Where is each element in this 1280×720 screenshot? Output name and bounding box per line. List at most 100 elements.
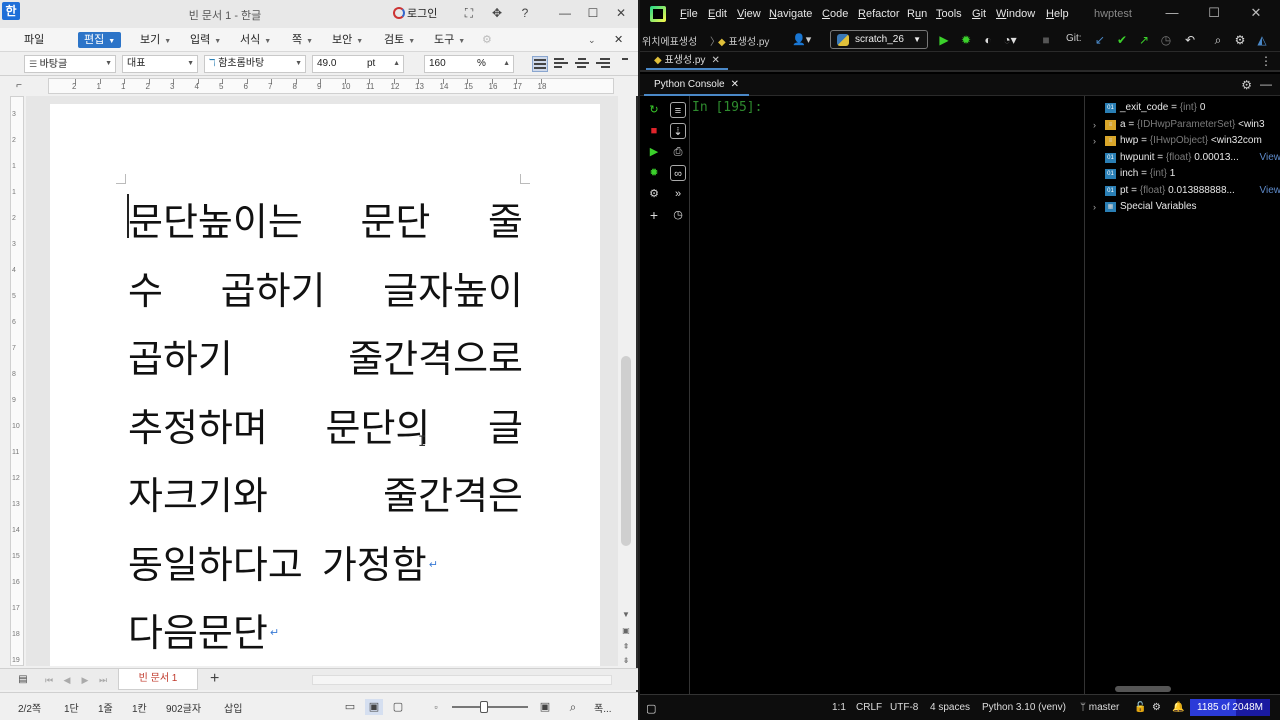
history-icon[interactable]: ◷ — [1158, 32, 1174, 48]
view-link[interactable]: View — [1255, 182, 1280, 199]
close-icon[interactable]: ✕ — [612, 5, 630, 21]
menu-code[interactable]: Code — [822, 8, 848, 20]
lock-icon[interactable]: 🔓 — [1134, 702, 1146, 713]
align-left-button[interactable] — [553, 56, 569, 72]
menu-window[interactable]: Window — [996, 8, 1035, 20]
status-indent[interactable]: 4 spaces — [930, 702, 970, 713]
horizontal-ruler[interactable]: 2 1 1 2 3 4 5 6 7 8 9 10 11 12 13 14 15 16 17 18 — [48, 78, 614, 94]
menu-format[interactable]: 서식 ▼ — [240, 32, 271, 48]
add-tab-button[interactable]: + — [210, 671, 219, 687]
document-workspace[interactable]: 문단높이는 문단 줄 수 곱하기 글자높이 곱하기 줄간격으로 추정하며 문단의 글 자크기와 줄간격은… — [26, 96, 618, 666]
login-button[interactable]: 로그인 — [393, 5, 437, 21]
vertical-scrollbar[interactable]: ▼ ▣ ⇞ ⇟ — [619, 96, 633, 666]
notifications-icon[interactable]: 🔔 — [1172, 702, 1184, 713]
console-history-icon[interactable]: ◷ — [670, 207, 686, 223]
status-encoding[interactable]: UTF-8 — [890, 702, 918, 713]
collapse-ribbon-icon[interactable]: ⌄ — [588, 32, 596, 48]
stop-icon[interactable]: ■ — [1038, 32, 1054, 48]
run-config-select[interactable]: scratch_26 ▼ — [830, 30, 928, 49]
git-commit-icon[interactable]: ✔ — [1114, 32, 1130, 48]
git-push-icon[interactable]: ↗ — [1136, 32, 1152, 48]
console-gear-icon[interactable]: ⚙ — [646, 186, 662, 202]
page-view-icon[interactable]: ▣ — [365, 699, 383, 715]
menu-insert[interactable]: 입력 ▼ — [190, 32, 221, 48]
zoom-in-icon[interactable]: ▣ — [536, 699, 554, 715]
maximize-icon[interactable]: ☐ — [1206, 5, 1222, 21]
line-spacing-input[interactable]: 160% ▲ — [424, 55, 514, 73]
prev-page-icon[interactable]: ⇞ — [621, 642, 631, 652]
next-page-icon[interactable]: ⇟ — [621, 656, 631, 666]
menu-git[interactable]: Git — [972, 8, 986, 20]
variable-row[interactable]: › ▦ Special Variables — [1085, 199, 1280, 215]
zoom-search-icon[interactable]: ⌕ — [564, 699, 582, 715]
fullscreen-icon[interactable]: ⛶ — [460, 5, 478, 21]
command-queue-icon[interactable]: » — [670, 186, 686, 202]
console-prompt[interactable]: In [195]: — [692, 100, 762, 115]
view-link[interactable]: View — [1255, 149, 1280, 166]
align-justify-button[interactable] — [532, 56, 548, 72]
menu-navigate[interactable]: Navigate — [769, 8, 812, 20]
debug-icon[interactable]: ✹ — [958, 32, 974, 48]
last-tab-icon[interactable]: ⏭ — [94, 672, 112, 688]
minimize-icon[interactable]: — — [1164, 5, 1180, 20]
prev-tab-icon[interactable]: ◀ — [58, 672, 76, 688]
debug-console-icon[interactable]: ✹ — [646, 165, 662, 181]
toolbar-more-icon[interactable] — [619, 56, 631, 72]
settings-icon[interactable]: ⚙ — [482, 32, 492, 48]
font-size-input[interactable]: 49.0 pt ▲ — [312, 55, 404, 73]
style-select[interactable]: ☰ 바탕글 ▼ — [24, 55, 116, 73]
close-tab-icon[interactable]: ✕ — [711, 55, 719, 66]
stop-console-icon[interactable]: ■ — [646, 123, 662, 139]
document-page[interactable]: 문단높이는 문단 줄 수 곱하기 글자높이 곱하기 줄간격으로 추정하며 문단의 글 자크기와 줄간격은… — [50, 104, 600, 666]
align-right-button[interactable] — [595, 56, 611, 72]
expand-arrow-icon[interactable]: › — [1093, 133, 1096, 149]
ruler-corner-icon[interactable]: ⌐ — [10, 78, 28, 94]
event-log-icon[interactable]: ⚙ — [1152, 702, 1161, 713]
menu-review[interactable]: 검토 ▼ — [384, 32, 415, 48]
variable-row[interactable]: 01 _exit_code = {int} 0 — [1085, 100, 1280, 116]
variable-row[interactable]: 01 inch = {int} 1 — [1085, 166, 1280, 182]
menu-file[interactable]: 파일 — [24, 32, 44, 48]
menu-tools[interactable]: 도구 ▼ — [434, 32, 465, 48]
toggle-tool-window-icon[interactable]: ▢ — [646, 702, 656, 715]
print-icon[interactable]: ⎙ — [670, 144, 686, 160]
rerun-icon[interactable]: ↻ — [646, 102, 662, 118]
menu-view[interactable]: View — [737, 8, 761, 20]
status-page[interactable]: 2/2쪽 — [18, 700, 41, 715]
settings-icon[interactable]: ⚙ — [1232, 32, 1248, 48]
search-icon[interactable]: ⌕ — [1210, 32, 1226, 48]
status-branch[interactable]: ᛘ master — [1080, 702, 1119, 713]
console-output[interactable]: In [195]: — [692, 96, 1084, 694]
variables-scrollbar[interactable] — [1115, 686, 1171, 692]
execute-icon[interactable]: ▶ — [646, 144, 662, 160]
vertical-ruler[interactable]: 3 2 1 1 2 3 4 5 6 7 8 9 10 11 12 13 14 15 16 17 18 19 — [10, 96, 24, 666]
console-settings-icon[interactable]: ⚙ — [1241, 78, 1252, 92]
vertical-scroll-thumb[interactable] — [621, 356, 631, 546]
page-view-icon[interactable]: ▣ — [621, 626, 631, 636]
menu-edit[interactable]: Edit — [708, 8, 727, 20]
pycharm-logo-icon[interactable] — [650, 6, 666, 22]
variables-panel[interactable]: 01 _exit_code = {int} 0 › ≡ a = {IDHwpParame… — [1084, 96, 1280, 694]
minimize-icon[interactable]: — — [556, 5, 574, 21]
next-tab-icon[interactable]: ▶ — [76, 672, 94, 688]
tab-list-icon[interactable]: ▤ — [14, 672, 32, 688]
menu-view[interactable]: 보기 ▼ — [140, 32, 171, 48]
git-update-icon[interactable]: ↙ — [1092, 32, 1108, 48]
help-icon[interactable]: ? — [516, 5, 534, 21]
tab-file[interactable]: ◆ 표생성.py ✕ — [646, 52, 728, 70]
profile-icon[interactable]: ◔▾ — [1002, 32, 1018, 48]
tab-document-1[interactable]: 빈 문서 1 — [118, 669, 198, 690]
memory-indicator[interactable]: 1185 of 2048M — [1190, 699, 1270, 716]
status-interpreter[interactable]: Python 3.10 (venv) — [982, 702, 1066, 713]
hwp-logo-icon[interactable]: 한 — [2, 2, 20, 20]
normal-view-icon[interactable]: ▭ — [341, 699, 359, 715]
horizontal-scrollbar[interactable] — [312, 675, 612, 685]
zoom-out-icon[interactable]: ▫ — [427, 699, 445, 715]
menu-help[interactable]: Help — [1046, 8, 1069, 20]
document-body[interactable]: 문단높이는 문단 줄 수 곱하기 글자높이 곱하기 줄간격으로 추정하며 문단의 글 자크기와 줄간격은… — [128, 188, 523, 666]
plugins-icon[interactable]: ◭ — [1254, 32, 1270, 48]
variable-row[interactable]: 01 pt = {float} 0.013888888... View — [1085, 182, 1280, 199]
menu-tools[interactable]: Tools — [936, 8, 962, 20]
status-line-separator[interactable]: CRLF — [856, 702, 882, 713]
scroll-to-end-icon[interactable]: ⇣ — [670, 123, 686, 139]
